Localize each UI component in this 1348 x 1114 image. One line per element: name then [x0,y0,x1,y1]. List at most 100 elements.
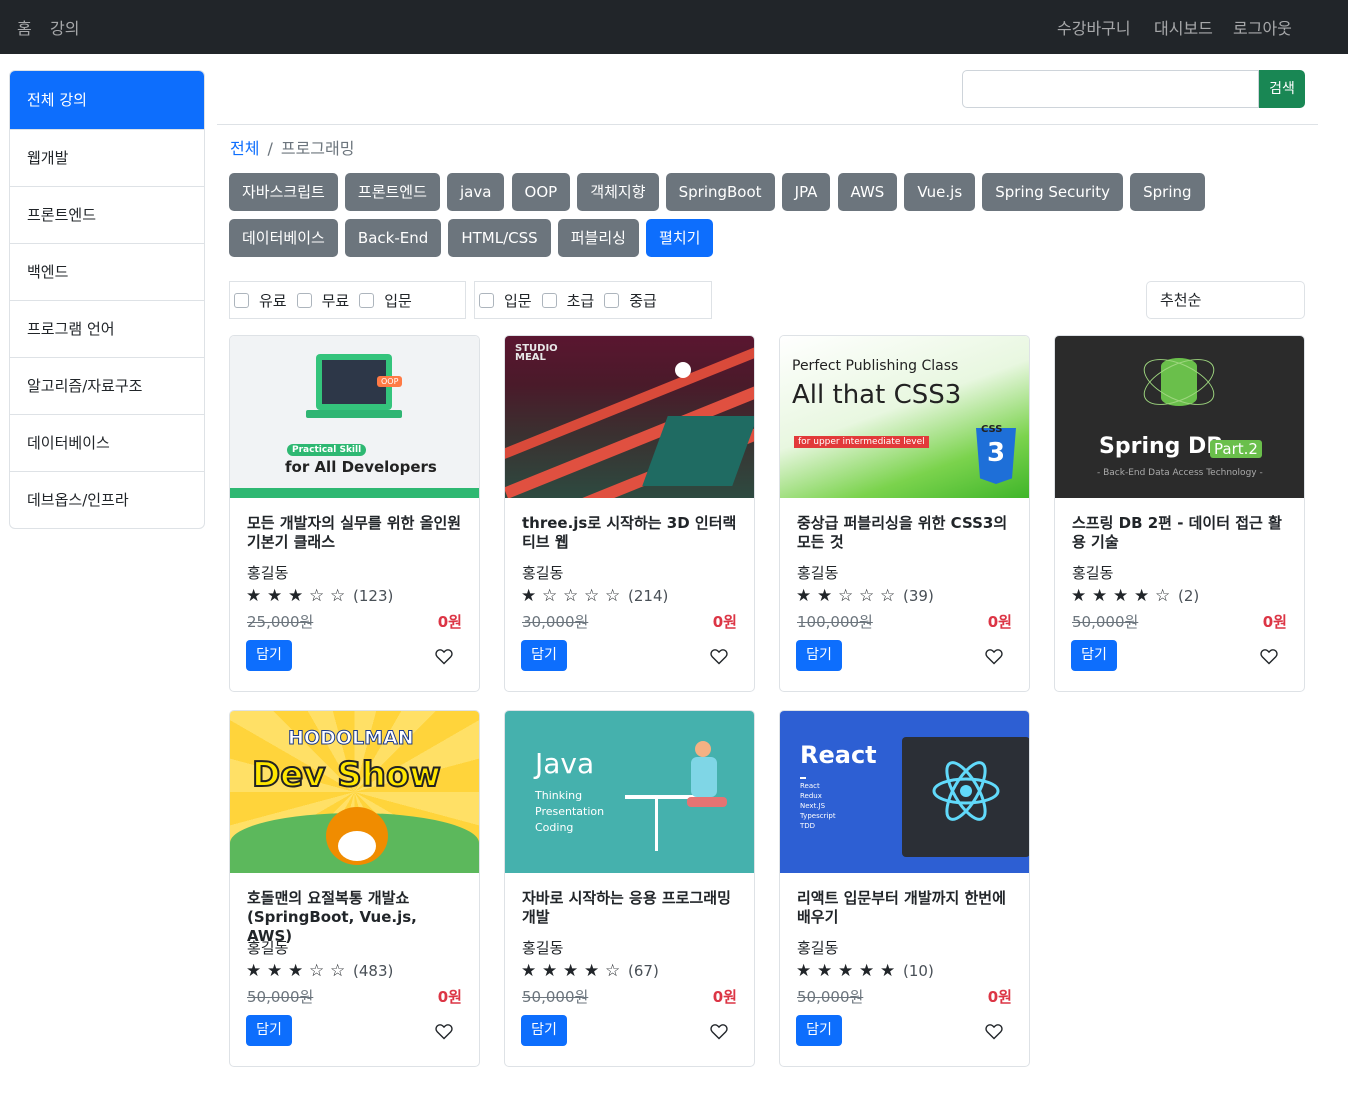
filter-paid[interactable]: 유료 [234,290,287,311]
thumb-line: Next.JS [800,802,826,810]
breadcrumb-root-link[interactable]: 전체 [230,139,259,158]
add-to-cart-button[interactable]: 담기 [796,1015,842,1046]
course-thumbnail[interactable]: React React Redux Next.JS Typescript TDD [780,711,1029,873]
course-title[interactable]: 스프링 DB 2편 - 데이터 접근 활용 기술 [1072,514,1292,552]
course-thumbnail[interactable]: OOP Practical Skill for All Developers [230,336,479,498]
sidebar-item-languages[interactable]: 프로그램 언어 [10,300,204,357]
course-thumbnail[interactable]: Java Thinking Presentation Coding [505,711,754,873]
thumb-tag: Practical Skill [287,444,367,456]
course-card[interactable]: OOP Practical Skill for All Developers 모… [229,335,480,692]
add-to-cart-button[interactable]: 담기 [796,640,842,671]
course-title[interactable]: 자바로 시작하는 응용 프로그래밍 개발 [522,889,742,927]
course-thumbnail[interactable]: STUDIO MEAL [505,336,754,498]
checkbox[interactable] [359,292,375,308]
heart-icon[interactable] [1260,648,1278,665]
heart-icon[interactable] [985,1023,1003,1040]
course-rating: ★ ★ ★ ☆ ☆ (483) [246,961,393,981]
nav-courses-link[interactable]: 강의 [50,15,79,39]
star-filled-icon: ★ [1113,586,1129,606]
course-thumbnail[interactable]: HODOLMAN Dev Show [230,711,479,873]
star-filled-icon: ★ [288,961,304,981]
filter-label: 입문 [384,291,412,310]
nav-dashboard-link[interactable]: 대시보드 [1154,15,1213,39]
tag-html-css[interactable]: HTML/CSS [448,219,551,257]
heart-icon[interactable] [985,648,1003,665]
tag-publishing[interactable]: 퍼블리싱 [557,219,639,257]
heart-icon[interactable] [710,648,728,665]
checkbox[interactable] [479,292,494,308]
filter-intermediate[interactable]: 중급 [604,290,657,311]
thumb-part-badge: Part.2 [1210,440,1262,458]
star-filled-icon: ★ [563,961,579,981]
checkbox[interactable] [296,292,312,308]
tag-database[interactable]: 데이터베이스 [229,219,338,257]
star-empty-icon: ☆ [330,961,346,981]
course-card[interactable]: STUDIO MEAL three.js로 시작하는 3D 인터랙티브 웹 홍길… [504,335,755,692]
star-empty-icon: ☆ [563,586,579,606]
nav-logout-link[interactable]: 로그아웃 [1233,15,1292,39]
nav-cart-link[interactable]: 수강바구니 [1057,15,1131,39]
heart-icon[interactable] [435,648,453,665]
star-filled-icon: ★ [542,961,558,981]
heart-icon[interactable] [435,1023,453,1040]
filter-intro-1[interactable]: 입문 [359,290,412,311]
add-to-cart-button[interactable]: 담기 [246,1015,292,1046]
tag-javascript[interactable]: 자바스크립트 [229,173,338,211]
course-card[interactable]: React React Redux Next.JS Typescript TDD… [779,710,1030,1067]
expand-tags-button[interactable]: 펼치기 [646,219,714,257]
tag-oop[interactable]: OOP [511,173,571,211]
course-card[interactable]: HODOLMAN Dev Show 호돌맨의 요절복통 개발쇼 (SpringB… [229,710,480,1067]
sidebar-item-webdev[interactable]: 웹개발 [10,129,204,186]
course-thumbnail[interactable]: Perfect Publishing Class All that CSS3 f… [780,336,1029,498]
tag-backend[interactable]: Back-End [344,219,442,257]
rating-count: (214) [628,587,669,605]
search-button[interactable]: 검색 [1259,70,1305,108]
star-empty-icon: ☆ [880,586,896,606]
search-input[interactable] [962,70,1259,108]
course-card[interactable]: Spring DB Part.2 - Back-End Data Access … [1054,335,1305,692]
tag-jpa[interactable]: JPA [781,173,831,211]
filter-beginner[interactable]: 초급 [541,290,594,311]
tag-springboot[interactable]: SpringBoot [665,173,775,211]
add-to-cart-button[interactable]: 담기 [521,1015,567,1046]
tag-spring[interactable]: Spring [1130,173,1205,211]
checkbox[interactable] [234,292,249,308]
course-title[interactable]: 리액트 입문부터 개발까지 한번에 배우기 [797,889,1017,927]
sidebar-item-all[interactable]: 전체 강의 [10,71,204,129]
tag-list: 자바스크립트 프론트엔드 java OOP 객체지향 SpringBoot JP… [229,173,1229,265]
tag-spring-security[interactable]: Spring Security [982,173,1124,211]
sort-select[interactable]: 추천순 [1146,281,1305,319]
course-card[interactable]: Java Thinking Presentation Coding 자바로 시작… [504,710,755,1067]
sidebar-item-algorithms[interactable]: 알고리즘/자료구조 [10,357,204,414]
tag-object-oriented[interactable]: 객체지향 [577,173,659,211]
sidebar-item-backend[interactable]: 백엔드 [10,243,204,300]
checkbox[interactable] [604,292,620,308]
sale-price: 0원 [987,988,1012,1006]
sidebar-item-devops[interactable]: 데브옵스/인프라 [10,471,204,528]
add-to-cart-button[interactable]: 담기 [521,640,567,671]
filter-free[interactable]: 무료 [296,290,349,311]
nav-home-link[interactable]: 홈 [17,15,32,39]
course-title[interactable]: three.js로 시작하는 3D 인터랙티브 웹 [522,514,742,552]
tag-frontend[interactable]: 프론트엔드 [344,173,440,211]
star-empty-icon: ☆ [309,961,325,981]
course-thumbnail[interactable]: Spring DB Part.2 - Back-End Data Access … [1055,336,1304,498]
course-title[interactable]: 중상급 퍼블리싱을 위한 CSS3의 모든 것 [797,514,1017,552]
tag-vuejs[interactable]: Vue.js [904,173,976,211]
star-filled-icon: ★ [246,961,262,981]
tag-aws[interactable]: AWS [837,173,898,211]
star-filled-icon: ★ [267,961,283,981]
filter-intro-2[interactable]: 입문 [479,290,532,311]
heart-icon[interactable] [710,1023,728,1040]
tag-java[interactable]: java [447,173,505,211]
add-to-cart-button[interactable]: 담기 [246,640,292,671]
thumb-badge: CSS [981,424,1003,435]
add-to-cart-button[interactable]: 담기 [1071,640,1117,671]
course-title[interactable]: 모든 개발자의 실무를 위한 올인원 기본기 클래스 [247,514,467,552]
sidebar-item-frontend[interactable]: 프론트엔드 [10,186,204,243]
sidebar-item-database[interactable]: 데이터베이스 [10,414,204,471]
rating-count: (39) [903,587,934,605]
original-price: 50,000원 [522,988,589,1006]
course-card[interactable]: Perfect Publishing Class All that CSS3 f… [779,335,1030,692]
checkbox[interactable] [541,292,557,308]
